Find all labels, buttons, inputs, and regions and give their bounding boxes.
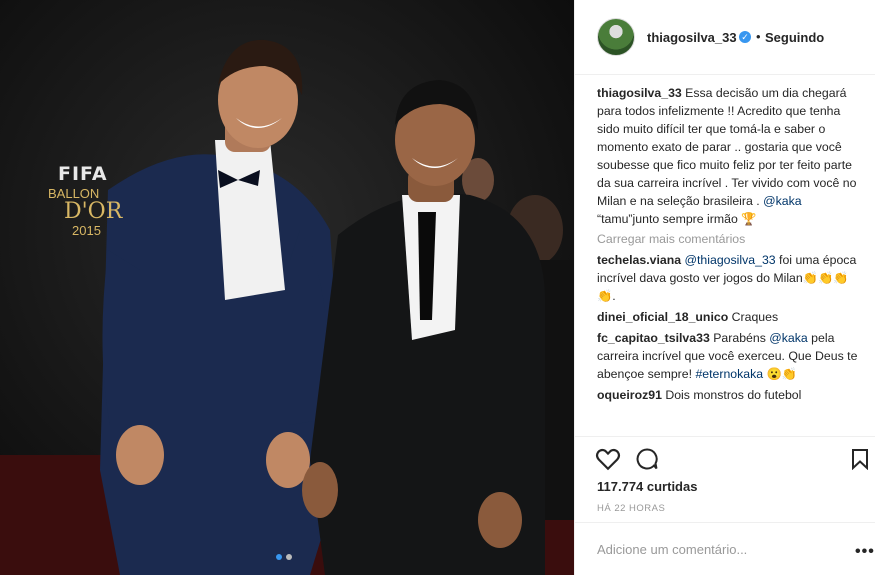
comment-mention[interactable]: @kaka [769, 331, 807, 345]
post-header: thiagosilva_33 ✓ • Seguindo [575, 0, 875, 75]
comment-username[interactable]: dinei_oficial_18_unico [597, 310, 728, 324]
following-button[interactable]: Seguindo [765, 30, 824, 45]
heart-icon[interactable] [595, 447, 621, 471]
post-caption: thiagosilva_33 Essa decisão um dia chega… [597, 84, 863, 228]
photo-illustration [0, 0, 574, 575]
logo-fifa-text: FIFA [58, 163, 108, 185]
caption-username[interactable]: thiagosilva_33 [597, 86, 682, 100]
caption-text: Essa decisão um dia chegará para todos i… [597, 86, 857, 208]
comment-username[interactable]: oqueiroz91 [597, 388, 662, 402]
add-comment-bar: Adicione um comentário... ••• [575, 522, 875, 575]
post-actions-bar [575, 436, 875, 476]
carousel-dot-2[interactable] [286, 554, 292, 560]
comment-text: Parabéns [709, 331, 770, 345]
post-username[interactable]: thiagosilva_33 [647, 30, 737, 45]
comments-list[interactable]: thiagosilva_33 Essa decisão um dia chega… [597, 84, 863, 436]
post-photo[interactable]: FIFA BALLON D'OR 2015 [0, 0, 574, 575]
comment-text: 😮👏 [763, 367, 798, 381]
comment-item: fc_capitao_tsilva33 Parabéns @kaka pela … [597, 329, 863, 383]
avatar[interactable] [597, 18, 635, 56]
comment-icon[interactable] [635, 447, 659, 471]
comment-item: techelas.viana @thiagosilva_33 foi uma é… [597, 251, 863, 305]
caption-text-end: “tamu”junto sempre irmão 🏆 [597, 212, 757, 226]
carousel-dot-1[interactable] [276, 554, 282, 560]
bookmark-icon[interactable] [851, 448, 869, 470]
comment-mention[interactable]: @thiagosilva_33 [685, 253, 776, 267]
post-timestamp[interactable]: HÁ 22 HORAS [597, 503, 665, 514]
comment-username[interactable]: fc_capitao_tsilva33 [597, 331, 710, 345]
verified-badge-icon: ✓ [739, 31, 751, 43]
comment-text: Craques [728, 310, 779, 324]
separator-dot: • [756, 29, 761, 44]
comment-input[interactable]: Adicione um comentário... [597, 542, 747, 557]
fifa-ballon-dor-logo: FIFA BALLON D'OR 2015 [46, 163, 136, 238]
comment-hashtag[interactable]: #eternokaka [695, 367, 763, 381]
logo-year-text: 2015 [72, 223, 101, 238]
likes-count[interactable]: 117.774 curtidas [597, 479, 697, 494]
more-options-icon[interactable]: ••• [855, 543, 875, 561]
comment-username[interactable]: techelas.viana [597, 253, 681, 267]
comment-item: dinei_oficial_18_unico Craques [597, 308, 863, 326]
load-more-comments-link[interactable]: Carregar mais comentários [597, 230, 863, 248]
post-details-panel: thiagosilva_33 ✓ • Seguindo thiagosilva_… [574, 0, 875, 575]
caption-mention[interactable]: @kaka [763, 194, 801, 208]
logo-dor-text: D'OR [64, 199, 123, 224]
carousel-indicator [276, 554, 292, 560]
comment-text: Dois monstros do futebol [661, 388, 802, 402]
comment-item: oqueiroz91 Dois monstros do futebol [597, 386, 863, 404]
